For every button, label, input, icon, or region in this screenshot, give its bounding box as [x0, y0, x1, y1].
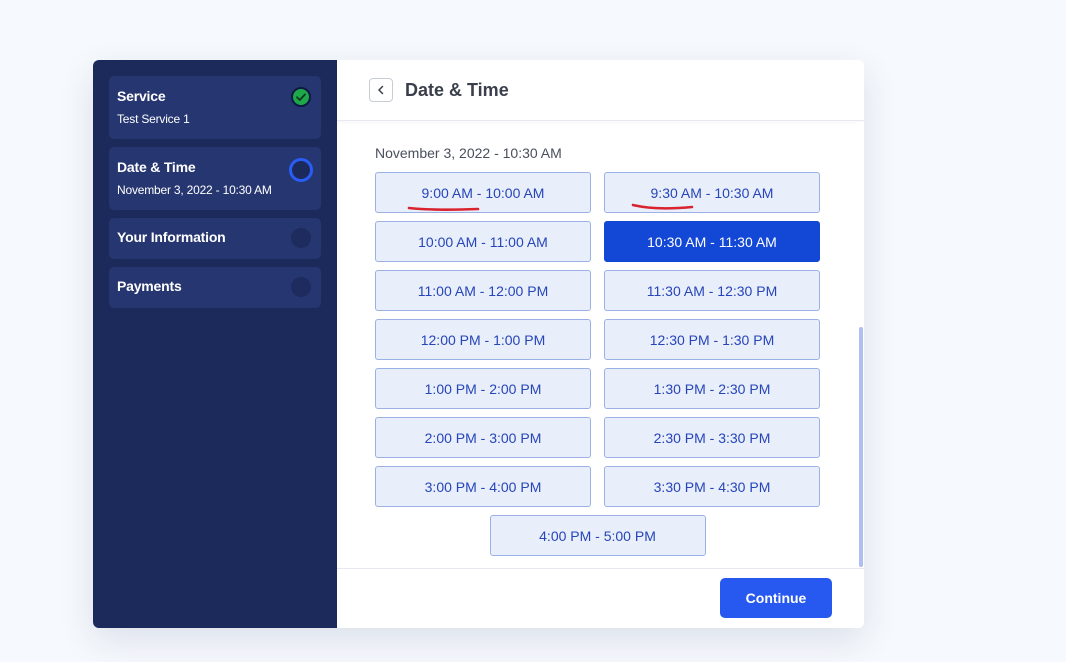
scrollbar-track[interactable]: [858, 122, 864, 568]
chevron-left-icon: [378, 85, 384, 95]
pending-circle-icon: [291, 228, 311, 248]
time-slot[interactable]: 1:00 PM - 2:00 PM: [375, 368, 591, 409]
time-slot[interactable]: 11:30 AM - 12:30 PM: [604, 270, 820, 311]
time-slot[interactable]: 10:00 AM - 11:00 AM: [375, 221, 591, 262]
time-slot-content: November 3, 2022 - 10:30 AM 9:00 AM - 10…: [337, 122, 864, 568]
back-button[interactable]: [369, 78, 393, 102]
step-date-time[interactable]: Date & Time November 3, 2022 - 10:30 AM: [109, 147, 321, 210]
step-subtitle: November 3, 2022 - 10:30 AM: [117, 183, 272, 197]
time-slot[interactable]: 2:00 PM - 3:00 PM: [375, 417, 591, 458]
step-title: Payments: [117, 278, 182, 294]
main-panel: Date & Time November 3, 2022 - 10:30 AM …: [337, 60, 864, 628]
step-title: Your Information: [117, 229, 226, 245]
panel-footer: Continue: [337, 568, 864, 628]
time-slot[interactable]: 3:00 PM - 4:00 PM: [375, 466, 591, 507]
check-circle-icon: [291, 87, 311, 107]
step-payments[interactable]: Payments: [109, 267, 321, 308]
time-slot[interactable]: 3:30 PM - 4:30 PM: [604, 466, 820, 507]
booking-widget: Service Test Service 1 Date & Time Novem…: [93, 60, 864, 628]
page-title: Date & Time: [405, 79, 509, 100]
scrollbar-thumb[interactable]: [859, 327, 863, 567]
step-subtitle: Test Service 1: [117, 112, 190, 126]
selected-date-label: November 3, 2022 - 10:30 AM: [375, 145, 562, 161]
step-title: Date & Time: [117, 159, 196, 175]
time-slot[interactable]: 9:30 AM - 10:30 AM: [604, 172, 820, 213]
steps-sidebar: Service Test Service 1 Date & Time Novem…: [93, 60, 337, 628]
time-slot[interactable]: 2:30 PM - 3:30 PM: [604, 417, 820, 458]
step-your-information[interactable]: Your Information: [109, 218, 321, 259]
continue-button[interactable]: Continue: [720, 578, 832, 618]
time-slot[interactable]: 1:30 PM - 2:30 PM: [604, 368, 820, 409]
time-slot[interactable]: 12:00 PM - 1:00 PM: [375, 319, 591, 360]
time-slot[interactable]: 4:00 PM - 5:00 PM: [489, 515, 706, 556]
current-step-ring-icon: [289, 158, 313, 182]
time-slot-grid: 9:00 AM - 10:00 AM 9:30 AM - 10:30 AM 10…: [375, 172, 820, 556]
pending-circle-icon: [291, 277, 311, 297]
time-slot[interactable]: 12:30 PM - 1:30 PM: [604, 319, 820, 360]
time-slot-selected[interactable]: 10:30 AM - 11:30 AM: [604, 221, 820, 262]
step-service[interactable]: Service Test Service 1: [109, 76, 321, 139]
panel-header: Date & Time: [337, 60, 864, 121]
step-title: Service: [117, 88, 166, 104]
time-slot[interactable]: 11:00 AM - 12:00 PM: [375, 270, 591, 311]
time-slot[interactable]: 9:00 AM - 10:00 AM: [375, 172, 591, 213]
